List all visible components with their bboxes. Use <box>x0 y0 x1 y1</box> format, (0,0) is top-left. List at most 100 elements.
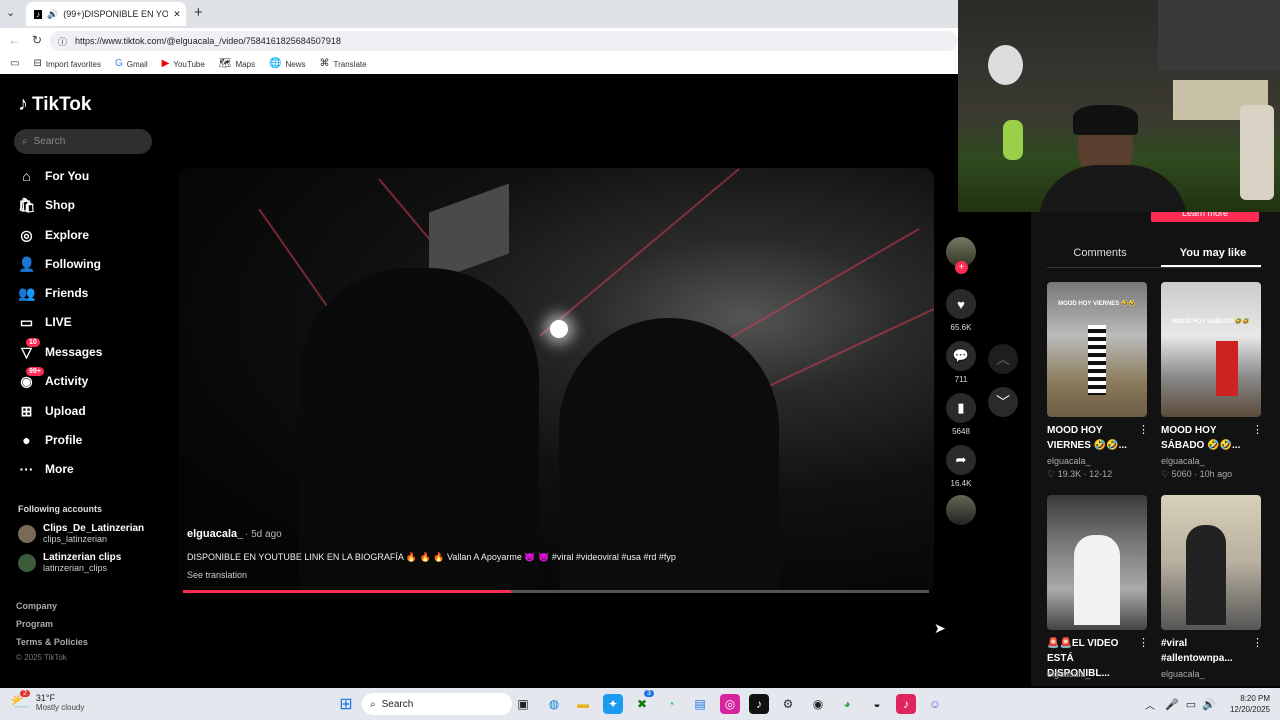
nav-item-upload[interactable]: ⊞ Upload <box>18 400 158 422</box>
nav-item-activity[interactable]: ◉ 99+ Activity <box>18 366 158 392</box>
tiktok-logo[interactable]: ♪ TikTok <box>18 93 91 116</box>
following-account[interactable]: Clips_De_Latinzerian clips_latinzerian <box>18 523 144 544</box>
see-translation-link[interactable]: See translation <box>187 570 247 580</box>
share-button[interactable]: ➦ 16.4K <box>946 445 976 488</box>
card-user[interactable]: elguacala_ <box>1161 456 1205 466</box>
card-user[interactable]: elguacala_ <box>1047 669 1091 679</box>
video-card-thumbnail[interactable]: MOOD HOY VIERNES 🤣🤣 <box>1047 282 1147 417</box>
graffiti-wall <box>1158 0 1280 70</box>
bookmark-youtube[interactable]: ▶ YouTube <box>162 59 205 69</box>
network-icon[interactable]: ▭ <box>1181 694 1201 714</box>
discord-icon[interactable]: ☺ <box>925 694 945 714</box>
back-button[interactable]: ← <box>8 33 20 47</box>
nav-item-following[interactable]: 👤 Following <box>18 253 158 275</box>
card-more-icon[interactable]: ⋮ <box>1138 423 1149 436</box>
tab-you-may-like[interactable]: You may like <box>1160 247 1266 259</box>
task-view-icon[interactable]: ▣ <box>513 694 533 714</box>
copyright: © 2025 TikTok <box>16 653 67 662</box>
browser-tab[interactable]: ♪ 🔊 (99+)DISPONIBLE EN YOUTUB ✕ <box>26 2 186 26</box>
creator-avatar[interactable]: + <box>946 237 976 274</box>
card-title[interactable]: MOOD HOY VIERNES 🤣🤣... <box>1047 423 1132 453</box>
refresh-button[interactable]: ↻ <box>32 33 42 47</box>
footer-program[interactable]: Program <box>16 619 53 629</box>
app-icon[interactable]: ◒ <box>867 694 887 714</box>
profile-icon: ● <box>22 432 31 448</box>
video-card-thumbnail[interactable]: MOOD HOY SABADO 🤣🤣 <box>1161 282 1261 417</box>
like-button[interactable]: ♥ 65.6K <box>946 289 976 332</box>
new-tab-button[interactable]: + <box>194 4 203 21</box>
nav-item-explore[interactable]: ◎ Explore <box>18 224 158 246</box>
twitter-icon[interactable]: ✦ <box>603 694 623 714</box>
bookmark-gmail[interactable]: G Gmail <box>115 59 148 69</box>
search-input[interactable]: ⌕ Search <box>14 129 152 154</box>
following-account[interactable]: Latinzerian clips latinzerian_clips <box>18 552 121 573</box>
tab-list-button[interactable]: ⌄ <box>6 6 15 19</box>
nav-item-live[interactable]: ▭ LIVE <box>18 311 158 333</box>
comment-button[interactable]: 💬 711 <box>946 341 976 384</box>
chevron-up-icon: ︿ <box>996 351 1010 367</box>
avatar <box>18 524 36 543</box>
mouse-cursor-icon: ➤ <box>934 620 946 636</box>
logo-text: TikTok <box>32 93 92 115</box>
steam-icon[interactable]: ⚙ <box>778 694 798 714</box>
tab-comments[interactable]: Comments <box>1047 247 1153 259</box>
taskbar-search[interactable]: ⌕ Search <box>362 693 512 715</box>
card-user[interactable]: elguacala_ <box>1047 456 1091 466</box>
video-card-thumbnail[interactable] <box>1161 495 1261 630</box>
bookmark-translate[interactable]: ⌘ Translate <box>320 59 367 69</box>
footer-terms[interactable]: Terms & Policies <box>16 637 88 647</box>
video-player[interactable] <box>179 168 934 593</box>
nav-item-more[interactable]: ··· More <box>18 458 158 480</box>
url-field[interactable]: ⓘ https://www.tiktok.com/@elguacala_/vid… <box>50 31 958 51</box>
follow-plus-icon[interactable]: + <box>955 261 968 274</box>
video-author[interactable]: elguacala_ <box>187 528 243 540</box>
microphone-icon[interactable]: 🎤 <box>1162 694 1182 714</box>
weather-widget[interactable]: ⛅ 2 31°F Mostly cloudy <box>10 690 84 712</box>
close-tab-icon[interactable]: ✕ <box>173 9 181 20</box>
site-info-icon[interactable]: ⓘ <box>58 35 67 48</box>
xbox-icon[interactable]: ✖ 3 <box>632 690 654 714</box>
video-light <box>550 320 568 338</box>
previous-video-button[interactable]: ︿ <box>988 344 1018 374</box>
bookmark-label: Gmail <box>126 59 148 69</box>
taskbar-search-label: Search <box>381 698 414 710</box>
tiktok-app-icon[interactable]: ♪ <box>749 694 769 714</box>
edge-icon[interactable]: ◍ <box>544 694 564 714</box>
instagram-icon[interactable]: ◎ <box>720 694 740 714</box>
capcut-icon[interactable]: ♪ <box>896 694 916 714</box>
nav-item-friends[interactable]: 👥 Friends <box>18 282 158 304</box>
video-card-thumbnail[interactable] <box>1047 495 1147 630</box>
volume-icon[interactable]: 🔊 <box>1199 694 1219 714</box>
card-more-icon[interactable]: ⋮ <box>1138 636 1149 649</box>
nav-item-for-you[interactable]: ⌂ For You <box>18 165 158 187</box>
footer-company[interactable]: Company <box>16 601 57 611</box>
tray-expand-icon[interactable]: ︿ <box>1140 694 1160 714</box>
chrome-icon[interactable]: ◕ <box>837 694 857 714</box>
sound-avatar[interactable] <box>946 495 976 525</box>
whatsapp-icon[interactable]: ◔ <box>661 694 681 714</box>
obs-icon[interactable]: ◉ <box>808 694 828 714</box>
bookmark-import[interactable]: ⊟ Import favorites <box>33 59 101 69</box>
news-icon: 🌐 <box>269 58 282 69</box>
nav-label: Upload <box>45 404 86 418</box>
card-more-icon[interactable]: ⋮ <box>1252 636 1263 649</box>
card-title[interactable]: MOOD HOY SÁBADO 🤣🤣... <box>1161 423 1246 453</box>
card-user[interactable]: elguacala_ <box>1161 669 1205 679</box>
nav-item-shop[interactable]: 🛍 Shop <box>18 194 158 216</box>
clock[interactable]: 8:20 PM 12/20/2025 <box>1222 693 1270 715</box>
chevron-down-icon: ﹀ <box>996 394 1010 410</box>
bookmark-maps[interactable]: 🗺 Maps <box>219 59 255 69</box>
card-more-icon[interactable]: ⋮ <box>1252 423 1263 436</box>
start-button[interactable]: ⊞ <box>336 694 356 714</box>
store-icon[interactable]: ▤ <box>690 694 710 714</box>
file-explorer-icon[interactable]: ▬ <box>573 694 593 714</box>
card-title[interactable]: #viral #allentownpa... <box>1161 636 1246 666</box>
save-button[interactable]: ▮ 5648 <box>946 393 976 436</box>
following-icon: 👤 <box>18 255 36 272</box>
tab-title: (99+)DISPONIBLE EN YOUTUB <box>63 9 169 19</box>
bookmark-news[interactable]: 🌐 News <box>269 59 305 69</box>
speaker-icon[interactable]: 🔊 <box>47 9 58 20</box>
nav-item-profile[interactable]: ● Profile <box>18 429 158 451</box>
next-video-button[interactable]: ﹀ <box>988 387 1018 417</box>
nav-item-messages[interactable]: ▽ 10 Messages <box>18 337 158 363</box>
